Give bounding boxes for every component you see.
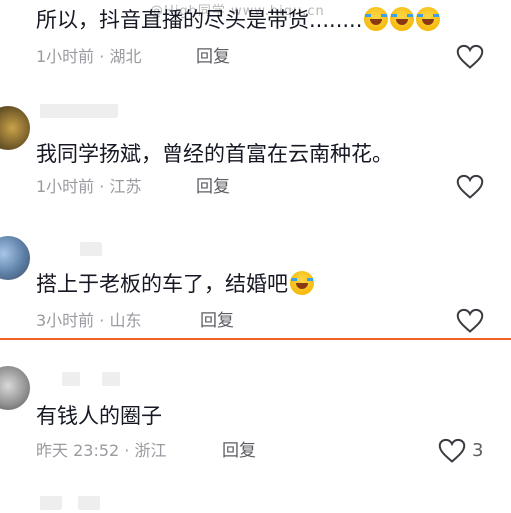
reply-button[interactable]: 回复: [196, 176, 230, 198]
comment-text: 有钱人的圈子: [36, 404, 162, 428]
username-placeholder[interactable]: [40, 104, 118, 118]
reply-button[interactable]: 回复: [200, 310, 234, 332]
reply-button[interactable]: 回复: [222, 440, 256, 462]
avatar[interactable]: [0, 366, 30, 410]
comment-text: 所以，抖音直播的尽头是带货........: [36, 6, 441, 34]
like-count: 3: [472, 440, 484, 461]
heart-icon[interactable]: [456, 308, 484, 334]
reply-button[interactable]: 回复: [196, 46, 230, 68]
heart-icon[interactable]: [456, 44, 484, 70]
laughing-emoji-icon: [290, 271, 314, 295]
comment-meta: 1小时前 · 江苏: [36, 177, 142, 196]
username-placeholder[interactable]: [102, 372, 120, 386]
username-placeholder[interactable]: [40, 496, 62, 510]
laughing-emoji-icon: [364, 7, 389, 31]
comment-text: 我同学扬斌，曾经的首富在云南种花。: [36, 142, 393, 166]
heart-icon[interactable]: [456, 174, 484, 200]
username-placeholder[interactable]: [80, 242, 102, 256]
laughing-emoji-icon: [390, 7, 415, 31]
comment-text: 搭上于老板的车了，结婚吧: [36, 270, 314, 298]
heart-icon[interactable]: [438, 438, 466, 464]
username-placeholder[interactable]: [62, 372, 80, 386]
comment-meta: 1小时前 · 湖北: [36, 47, 142, 66]
username-placeholder[interactable]: [78, 496, 100, 510]
laughing-emoji-icon: [416, 7, 441, 31]
comment-meta: 3小时前 · 山东: [36, 311, 142, 330]
avatar[interactable]: [0, 236, 30, 280]
comment-meta: 昨天 23:52 · 浙江: [36, 441, 167, 460]
divider: [0, 338, 511, 340]
avatar[interactable]: [0, 106, 30, 150]
